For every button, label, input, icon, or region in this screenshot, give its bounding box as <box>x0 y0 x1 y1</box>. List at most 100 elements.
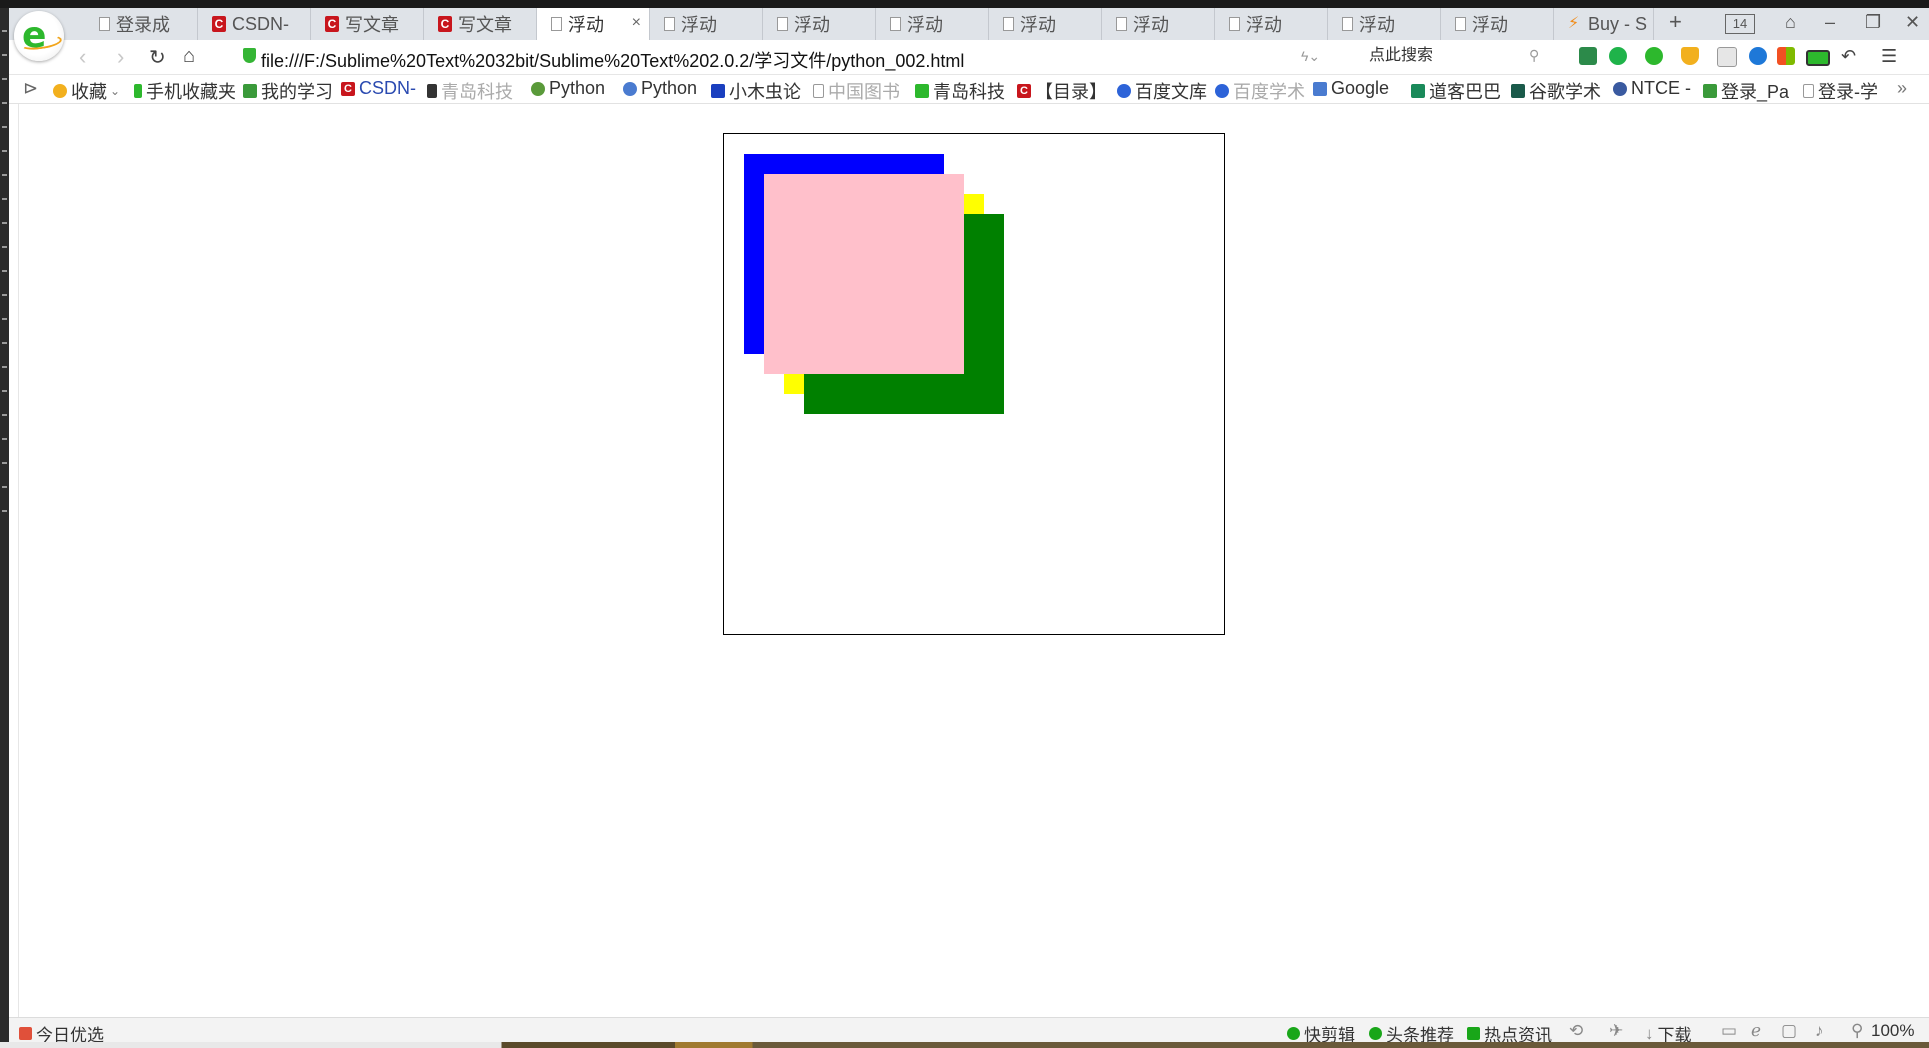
home-icon[interactable]: ⌂ <box>183 45 195 68</box>
doc-icon <box>1229 17 1240 31</box>
tab[interactable]: 登录成 <box>85 8 198 40</box>
zoom-icon[interactable]: ⚲ <box>1851 1021 1863 1041</box>
play-icon <box>1287 1027 1300 1040</box>
bookmark[interactable]: C CSDN- <box>341 78 416 99</box>
bookmark[interactable]: 小木虫论 <box>711 78 801 104</box>
close-window-icon[interactable]: ✕ <box>1905 12 1920 33</box>
tab-label: 浮动 <box>907 15 943 35</box>
bookmarks-more-button[interactable]: » <box>1897 78 1907 99</box>
magnifier-icon[interactable] <box>1749 47 1767 65</box>
tab[interactable]: ⚡ Buy - S <box>1554 8 1654 40</box>
bookmark[interactable]: 百度学术 <box>1215 78 1305 104</box>
tab[interactable]: 浮动 <box>763 8 876 40</box>
translate-icon <box>1313 81 1327 96</box>
scissors-icon[interactable] <box>1609 47 1627 65</box>
security-shield-icon <box>243 48 256 63</box>
search-icon[interactable]: ⚲ <box>1529 47 1539 64</box>
tab-label: 浮动 <box>1359 15 1395 35</box>
tab-label: 浮动 <box>681 15 717 35</box>
screenshot-icon[interactable]: ▭ <box>1721 1021 1737 1041</box>
tab[interactable]: 浮动 <box>989 8 1102 40</box>
restore-icon[interactable]: ❐ <box>1865 12 1881 33</box>
tab[interactable]: 浮动 <box>650 8 763 40</box>
apps-icon[interactable] <box>1777 47 1795 65</box>
bookmark[interactable]: Google <box>1313 78 1389 99</box>
close-tab-icon[interactable]: × <box>632 14 641 32</box>
doc-icon <box>1003 17 1014 31</box>
tab[interactable]: 浮动 <box>1328 8 1441 40</box>
tab-label: 浮动 <box>1472 15 1508 35</box>
doc-icon <box>1803 84 1814 98</box>
desktop-left-strip <box>0 8 9 1048</box>
bookmark[interactable]: 收藏 ⌄ <box>53 78 120 104</box>
bookmark[interactable]: Python <box>531 78 605 99</box>
tab[interactable]: C CSDN- <box>198 8 311 40</box>
bookmark[interactable]: 谷歌学术 <box>1511 78 1601 104</box>
phone-icon <box>134 84 142 98</box>
bookmark[interactable]: 青岛科技 <box>427 78 513 104</box>
new-tab-button[interactable]: + <box>1669 9 1682 35</box>
bookmark[interactable]: 青岛科技 <box>915 78 1005 104</box>
tab[interactable]: C 写文章 <box>311 8 424 40</box>
doc-icon <box>1342 17 1353 31</box>
csdn-icon: C <box>212 16 226 32</box>
bookmark[interactable]: 百度文库 <box>1117 78 1207 104</box>
tab[interactable]: 浮动 <box>1215 8 1328 40</box>
leaf-icon[interactable] <box>1579 47 1597 65</box>
csdn-icon: C <box>438 16 452 32</box>
pin-icon[interactable]: ✈ <box>1609 1021 1623 1041</box>
translate-icon[interactable] <box>1645 47 1663 65</box>
pink-square <box>764 174 964 374</box>
tab-count-button[interactable]: 14 <box>1725 14 1755 34</box>
tab[interactable]: 浮动 <box>1102 8 1215 40</box>
reload-icon[interactable]: ↻ <box>149 45 166 70</box>
menu-icon[interactable]: ☰ <box>1881 46 1897 67</box>
tab-label: 浮动 <box>1133 15 1169 35</box>
zoom-level[interactable]: 100% <box>1871 1021 1914 1041</box>
tab-label: 浮动 <box>1246 15 1282 35</box>
sidebar-toggle-icon[interactable]: ⊳ <box>23 78 38 99</box>
image-icon[interactable] <box>1717 47 1737 67</box>
window-top-edge <box>0 0 1929 8</box>
battery-icon[interactable] <box>1806 50 1830 66</box>
tab[interactable]: 浮动 <box>1441 8 1554 40</box>
bookmark[interactable]: 手机收藏夹 <box>134 78 236 104</box>
bookmark[interactable]: 登录-学 <box>1803 78 1878 104</box>
bookmark[interactable]: 我的学习 <box>243 78 333 104</box>
shirt-icon[interactable]: ⌂ <box>1785 12 1796 33</box>
tab[interactable]: 浮动 <box>876 8 989 40</box>
play-icon <box>1369 1027 1382 1040</box>
tab-label: 写文章 <box>458 15 512 35</box>
bookmark[interactable]: 道客巴巴 <box>1411 78 1501 104</box>
tab-active[interactable]: 浮动 × <box>537 8 650 40</box>
minimize-icon[interactable]: – <box>1825 12 1835 33</box>
doc-icon <box>813 84 824 98</box>
doc-icon <box>99 17 110 31</box>
shield-plus-icon[interactable] <box>1681 47 1699 65</box>
bookmark[interactable]: 登录_Pa <box>1703 78 1789 104</box>
doc-icon <box>664 17 675 31</box>
status-bar: 今日优选 快剪辑 头条推荐 热点资讯 ⟲ ✈ ↓ 下载 ▭ ℯ ▢ ♪ ⚲ 100… <box>9 1017 1929 1045</box>
bookmark[interactable]: 中国图书 <box>813 78 900 104</box>
doc-icon <box>1116 17 1127 31</box>
search-input[interactable]: 点此搜索 <box>1359 42 1554 70</box>
bookmark[interactable]: Python <box>623 78 697 99</box>
tab[interactable]: C 写文章 <box>424 8 537 40</box>
flash-icon[interactable]: ϟ⌄ <box>1301 48 1320 65</box>
doc88-icon <box>1411 84 1425 98</box>
speaker-icon[interactable]: ♪ <box>1815 1021 1824 1041</box>
buy-icon: ⚡ <box>1568 15 1580 32</box>
ie-icon[interactable]: ℯ <box>1751 1021 1761 1041</box>
bookmark[interactable]: NTCE - <box>1613 78 1691 99</box>
refresh-status-icon[interactable]: ⟲ <box>1569 1021 1583 1041</box>
tab-label: 登录成 <box>116 15 170 35</box>
tab-label: 写文章 <box>345 15 399 35</box>
back-icon[interactable]: ‹ <box>79 44 86 70</box>
url-field[interactable]: file:///F:/Sublime%20Text%2032bit/Sublim… <box>261 47 964 73</box>
undo-icon[interactable]: ↶ <box>1841 46 1856 67</box>
forward-icon[interactable]: › <box>117 44 124 70</box>
bookmark[interactable]: C 【目录】 <box>1017 78 1107 104</box>
tab-label: 浮动 <box>1020 15 1056 35</box>
window-icon[interactable]: ▢ <box>1781 1021 1797 1041</box>
browser-logo-icon[interactable]: e <box>14 11 64 61</box>
